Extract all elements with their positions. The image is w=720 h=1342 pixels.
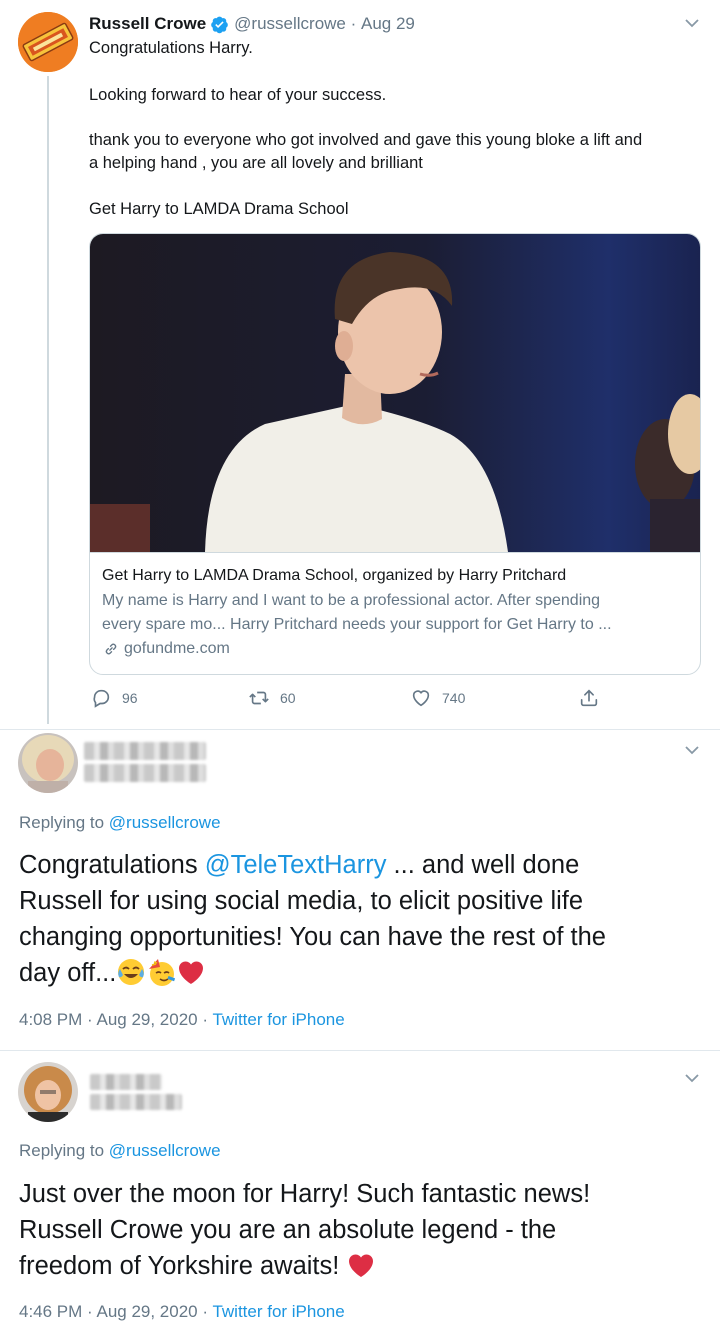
- card-body: Get Harry to LAMDA Drama School, organiz…: [90, 552, 700, 673]
- tweet-date[interactable]: Aug 29: [361, 14, 415, 34]
- card-description: My name is Harry and I want to be a prof…: [102, 589, 688, 637]
- reply-meta: 4:46 PM · Aug 29, 2020 · Twitter for iPh…: [19, 1302, 345, 1322]
- reply-menu-chevron-icon[interactable]: [683, 741, 701, 759]
- reply-text-segment: ... and well done: [386, 851, 580, 879]
- reply-text-line: Russell Crowe you are an absolute legend…: [19, 1216, 557, 1244]
- reply-text-segment: Congratulations: [19, 851, 205, 879]
- tweet-text-line: Get Harry to LAMDA Drama School: [89, 200, 349, 218]
- card-domain-text: gofundme.com: [124, 640, 230, 657]
- author-name[interactable]: Russell Crowe: [89, 14, 206, 34]
- mention-link[interactable]: @TeleTextHarry: [205, 851, 387, 879]
- partying-face-icon: [146, 957, 176, 987]
- reply-menu-chevron-icon[interactable]: [683, 1069, 701, 1087]
- reply-text-line: Russell for using social media, to elici…: [19, 887, 584, 915]
- tweet-divider: [0, 1050, 720, 1051]
- blurred-handle: [90, 1094, 182, 1110]
- blurred-username: [84, 742, 206, 760]
- tweet-divider: [0, 729, 720, 730]
- reply-count: 96: [122, 690, 138, 706]
- card-description-line: every spare mo... Harry Pritchard needs …: [102, 616, 612, 633]
- card-image: [90, 234, 700, 552]
- reply-avatar[interactable]: [18, 733, 78, 793]
- replying-to: Replying to @russellcrowe: [19, 813, 221, 833]
- tweet-text-line: Congratulations Harry.: [89, 39, 253, 57]
- thread-line: [47, 76, 49, 724]
- reply-text-segment: day off...: [19, 959, 117, 987]
- reply-text-line: day off...: [19, 955, 709, 991]
- reply-text-line: changing opportunities! You can have the…: [19, 923, 606, 951]
- replying-to: Replying to @russellcrowe: [19, 1141, 221, 1161]
- tweet-text-line: thank you to everyone who got involved a…: [89, 131, 643, 149]
- reply-text: Congratulations @TeleTextHarry ... and w…: [19, 847, 709, 991]
- reply-text-line: Just over the moon for Harry! Such fanta…: [19, 1180, 591, 1208]
- replying-to-handle[interactable]: @russellcrowe: [109, 1141, 221, 1160]
- face-with-tears-of-joy-icon: [116, 957, 146, 987]
- reply-action[interactable]: 96: [90, 687, 138, 709]
- retweet-count: 60: [280, 690, 296, 706]
- author-handle[interactable]: @russellcrowe: [234, 14, 346, 34]
- link-card[interactable]: Get Harry to LAMDA Drama School, organiz…: [89, 233, 701, 675]
- card-description-line: My name is Harry and I want to be a prof…: [102, 592, 601, 609]
- tweet-text-line: Looking forward to hear of your success.: [89, 86, 387, 104]
- tweet-text-line: a helping hand , you are all lovely and …: [89, 154, 423, 172]
- retweet-icon: [249, 691, 269, 705]
- header-separator: ·: [345, 14, 361, 33]
- reply-source-link[interactable]: Twitter for iPhone: [212, 1302, 344, 1321]
- tweet-header: Russell Crowe @russellcrowe · Aug 29: [89, 12, 415, 36]
- card-title: Get Harry to LAMDA Drama School, organiz…: [102, 567, 567, 584]
- replying-to-label: Replying to: [19, 1141, 105, 1160]
- link-icon: [102, 640, 120, 658]
- like-action[interactable]: 740: [410, 687, 465, 709]
- reply-timestamp[interactable]: 4:46 PM · Aug 29, 2020 ·: [19, 1302, 212, 1321]
- reply-avatar[interactable]: [18, 1062, 78, 1122]
- reply-text-line: Congratulations @TeleTextHarry ... and w…: [19, 847, 709, 883]
- reply-text: Just over the moon for Harry! Such fanta…: [19, 1176, 709, 1284]
- reply-source-link[interactable]: Twitter for iPhone: [212, 1010, 344, 1029]
- red-heart-icon: [346, 1250, 376, 1280]
- blurred-username: [90, 1074, 162, 1090]
- share-action[interactable]: [578, 687, 610, 709]
- blurred-handle: [84, 764, 206, 782]
- like-count: 740: [442, 690, 466, 706]
- heart-icon: [412, 690, 430, 707]
- reply-text-line: freedom of Yorkshire awaits!: [19, 1248, 709, 1284]
- reply-icon: [93, 689, 110, 708]
- share-icon: [580, 689, 598, 707]
- author-avatar[interactable]: [18, 12, 78, 72]
- reply-timestamp[interactable]: 4:08 PM · Aug 29, 2020 ·: [19, 1010, 212, 1029]
- tweet-menu-chevron-icon[interactable]: [683, 14, 701, 32]
- reply-text-segment: freedom of Yorkshire awaits!: [19, 1252, 347, 1280]
- retweet-action[interactable]: 60: [248, 687, 296, 709]
- card-domain: gofundme.com: [102, 637, 688, 661]
- reply-meta: 4:08 PM · Aug 29, 2020 · Twitter for iPh…: [19, 1010, 345, 1030]
- replying-to-label: Replying to: [19, 813, 105, 832]
- replying-to-handle[interactable]: @russellcrowe: [109, 813, 221, 832]
- verified-badge-icon: [210, 15, 229, 34]
- red-heart-icon: [176, 957, 206, 987]
